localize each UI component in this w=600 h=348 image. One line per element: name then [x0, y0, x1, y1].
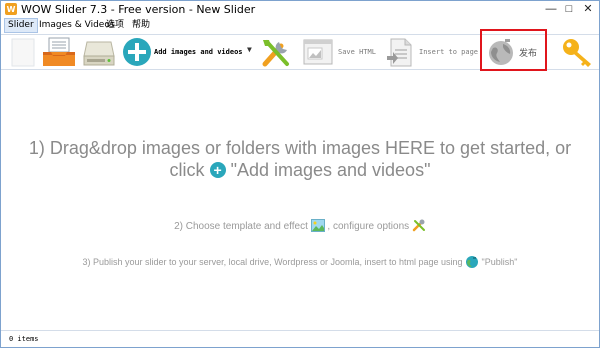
status-bar: 0 items — [1, 330, 599, 347]
publish-highlight-frame — [480, 29, 547, 71]
save-html-label[interactable]: Save HTML — [338, 48, 376, 56]
key-icon[interactable] — [561, 36, 595, 69]
add-images-label[interactable]: Add images and videos — [154, 48, 243, 56]
drop-area[interactable]: 1) Drag&drop images or folders with imag… — [1, 71, 599, 329]
maximize-button[interactable]: □ — [561, 2, 577, 16]
instruction-step1-line2: click + "Add images and videos" — [11, 159, 589, 181]
instruction-step2-pre: 2) Choose template and effect — [174, 221, 308, 232]
instruction-step2-post: , configure options — [327, 221, 410, 232]
instruction-step2: 2) Choose template and effect , configur… — [1, 218, 599, 232]
close-button[interactable]: ✕ — [579, 2, 597, 16]
menu-help[interactable]: 帮助 — [129, 18, 153, 33]
instruction-step3-post: "Publish" — [481, 257, 518, 267]
save-drive-icon[interactable] — [81, 36, 117, 69]
instruction-add-text: "Add images and videos" — [230, 160, 431, 180]
title-bar: W WOW Slider 7.3 - Free version - New Sl… — [1, 1, 599, 18]
open-icon[interactable] — [41, 36, 77, 69]
template-image-icon — [310, 219, 325, 232]
svg-text:W: W — [7, 5, 16, 14]
instruction-step3: 3) Publish your slider to your server, l… — [1, 254, 599, 268]
save-html-icon[interactable] — [301, 36, 335, 69]
window-title: WOW Slider 7.3 - Free version - New Slid… — [21, 3, 256, 16]
publish-small-globe-icon — [466, 256, 479, 268]
app-logo-icon: W — [5, 3, 17, 15]
options-tools-icon[interactable] — [259, 36, 293, 69]
configure-tools-icon — [412, 219, 425, 232]
item-count: 0 items — [9, 335, 39, 343]
instruction-click-text: click — [169, 160, 205, 180]
app-window: W WOW Slider 7.3 - Free version - New Sl… — [0, 0, 600, 348]
add-images-dropdown-icon[interactable]: ▼ — [247, 45, 252, 54]
insert-to-page-icon[interactable] — [385, 36, 415, 69]
menu-slider[interactable]: Slider — [4, 18, 38, 33]
add-images-icon[interactable] — [121, 36, 153, 69]
insert-to-page-label[interactable]: Insert to page — [419, 48, 478, 56]
inline-add-icon: + — [209, 162, 226, 178]
instruction-step3-pre: 3) Publish your slider to your server, l… — [82, 257, 463, 267]
instruction-step1-line1: 1) Drag&drop images or folders with imag… — [28, 138, 572, 158]
menu-options[interactable]: 选项 — [103, 18, 127, 33]
new-slider-icon[interactable] — [9, 36, 37, 69]
minimize-button[interactable]: — — [543, 2, 559, 16]
